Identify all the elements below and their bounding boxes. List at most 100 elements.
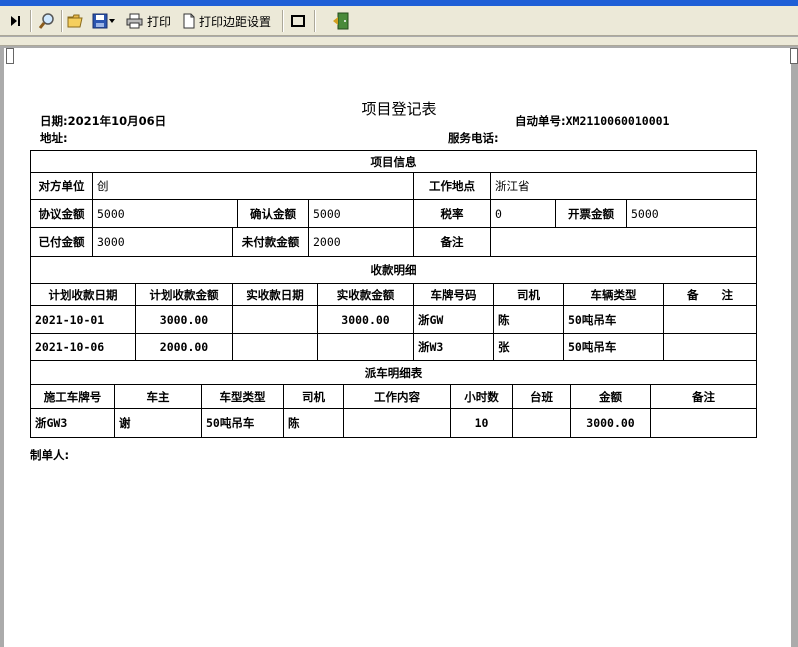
dispatch-table-cell xyxy=(513,409,570,437)
dispatch-column-header: 车主 xyxy=(146,389,170,404)
dispatch-table-cell: 10 xyxy=(474,416,489,430)
dispatch-column-header: 小时数 xyxy=(464,389,499,404)
frame-icon xyxy=(291,15,305,27)
dispatch-column-header: 车型类型 xyxy=(219,389,266,404)
agreed-amount-value: 5000 xyxy=(97,206,125,221)
last-page-icon xyxy=(11,16,20,26)
agreed-amount-label: 协议金额 xyxy=(38,206,85,221)
invoice-amount-value: 5000 xyxy=(631,206,659,221)
toolbar: 打印 打印边距设置 xyxy=(0,6,798,36)
receipts-table-cell xyxy=(664,306,756,333)
date-label: 日期: xyxy=(40,114,68,128)
date-field: 日期:2021年10月06日 xyxy=(40,113,166,129)
dispatch-column-header: 备注 xyxy=(692,389,715,404)
chevron-down-icon xyxy=(109,19,115,23)
remark-value xyxy=(491,228,756,256)
project-info-section-title: 项目信息 xyxy=(370,154,417,169)
dispatch-table-cell: 陈 xyxy=(288,416,300,430)
tax-rate-label: 税率 xyxy=(440,206,464,221)
floppy-disk-icon xyxy=(92,13,108,29)
open-button[interactable] xyxy=(65,9,87,33)
paid-amount-label: 已付金额 xyxy=(38,235,85,249)
location-value: 浙江省 xyxy=(495,179,530,193)
party-label: 对方单位 xyxy=(38,179,85,193)
confirmed-amount-value: 5000 xyxy=(313,206,341,221)
location-label: 工作地点 xyxy=(429,179,475,193)
exit-button[interactable] xyxy=(328,9,354,33)
unpaid-amount-value: 2000 xyxy=(313,235,341,249)
save-button[interactable] xyxy=(88,9,120,33)
tax-rate-value: 0 xyxy=(495,206,502,221)
receipts-column-header: 备 注 xyxy=(687,287,733,302)
receipts-column-header: 计划收款金额 xyxy=(149,287,219,302)
dispatch-column-header: 司机 xyxy=(302,389,325,404)
page-corner-marker xyxy=(6,48,14,64)
page-frame-button[interactable] xyxy=(286,9,310,33)
receipts-table-cell: 2021-10-06 xyxy=(35,340,105,354)
dispatch-table-cell xyxy=(651,409,756,437)
receipts-table-cell: 张 xyxy=(498,340,510,354)
receipts-table-cell: 3000.00 xyxy=(341,312,390,327)
receipts-table-cell xyxy=(664,334,756,360)
receipts-table-cell: 2000.00 xyxy=(159,340,209,354)
service-phone-label: 服务电话: xyxy=(448,131,499,145)
date-value: 2021年10月06日 xyxy=(67,114,167,128)
dispatch-column-header: 台班 xyxy=(530,389,553,404)
folder-open-icon xyxy=(67,14,83,28)
toolbar-separator xyxy=(282,10,284,32)
maker-label: 制单人: xyxy=(30,448,70,462)
receipts-column-header: 车牌号码 xyxy=(430,287,477,302)
receipts-column-header: 车辆类型 xyxy=(590,287,637,302)
receipts-table-cell xyxy=(318,334,413,360)
page-corner-marker xyxy=(790,48,798,64)
address-label: 地址: xyxy=(40,131,68,145)
dispatch-table-cell xyxy=(344,409,450,437)
dispatch-table-cell: 50吨吊车 xyxy=(206,416,255,430)
zoom-button[interactable] xyxy=(35,9,59,33)
dispatch-column-header: 工作内容 xyxy=(374,389,420,404)
dispatch-column-header: 施工车牌号 xyxy=(43,389,102,404)
receipts-section-title: 收款明细 xyxy=(370,263,417,277)
toolbar-separator xyxy=(314,10,316,32)
party-value: 创 xyxy=(97,179,109,193)
exit-door-icon xyxy=(333,12,349,30)
toolbar-separator xyxy=(61,10,63,32)
print-button[interactable]: 打印 xyxy=(126,9,176,33)
receipts-table-cell xyxy=(233,306,317,333)
receipts-column-header: 计划收款日期 xyxy=(48,287,118,302)
last-page-button[interactable] xyxy=(4,9,28,33)
print-label: 打印 xyxy=(147,14,172,29)
auto-number-value: XM2110060010001 xyxy=(565,114,670,128)
page-icon xyxy=(183,13,195,29)
receipts-table-cell xyxy=(233,334,317,360)
confirmed-amount-label: 确认金额 xyxy=(250,206,296,221)
receipts-table-cell: 3000.00 xyxy=(159,312,209,327)
dispatch-section-title: 派车明细表 xyxy=(364,365,423,380)
auto-number-field: 自动单号:XM2110060010001 xyxy=(515,113,669,129)
dispatch-table-cell: 浙GW3 xyxy=(35,416,68,430)
print-margin-settings-button[interactable]: 打印边距设置 xyxy=(182,9,278,33)
toolbar-separator xyxy=(30,10,32,32)
invoice-amount-label: 开票金额 xyxy=(568,206,614,221)
unpaid-amount-label: 未付款金额 xyxy=(241,235,300,249)
receipts-table-cell: 陈 xyxy=(498,312,510,327)
printer-icon xyxy=(126,13,143,29)
auto-number-label: 自动单号: xyxy=(515,114,566,128)
receipts-column-header: 司机 xyxy=(517,287,540,302)
receipts-column-header: 实收款日期 xyxy=(246,287,304,302)
paid-amount-value: 3000 xyxy=(97,235,125,249)
table-line xyxy=(30,437,757,438)
dispatch-table-cell: 3000.00 xyxy=(586,416,635,430)
table-line xyxy=(756,150,757,438)
receipts-table-cell: 浙GW xyxy=(418,312,444,327)
receipts-table-cell: 50吨吊车 xyxy=(568,312,617,327)
dispatch-table-cell: 谢 xyxy=(119,416,131,430)
remark-label: 备注 xyxy=(440,235,464,249)
print-margin-settings-label: 打印边距设置 xyxy=(199,14,272,29)
receipts-table-cell: 浙W3 xyxy=(418,340,444,354)
horizontal-scrollbar-top[interactable] xyxy=(0,37,798,46)
dispatch-column-header: 金额 xyxy=(599,389,622,404)
receipts-table-cell: 2021-10-01 xyxy=(35,312,105,327)
receipts-column-header: 实收款金额 xyxy=(336,287,395,302)
receipts-table-cell: 50吨吊车 xyxy=(568,340,617,354)
